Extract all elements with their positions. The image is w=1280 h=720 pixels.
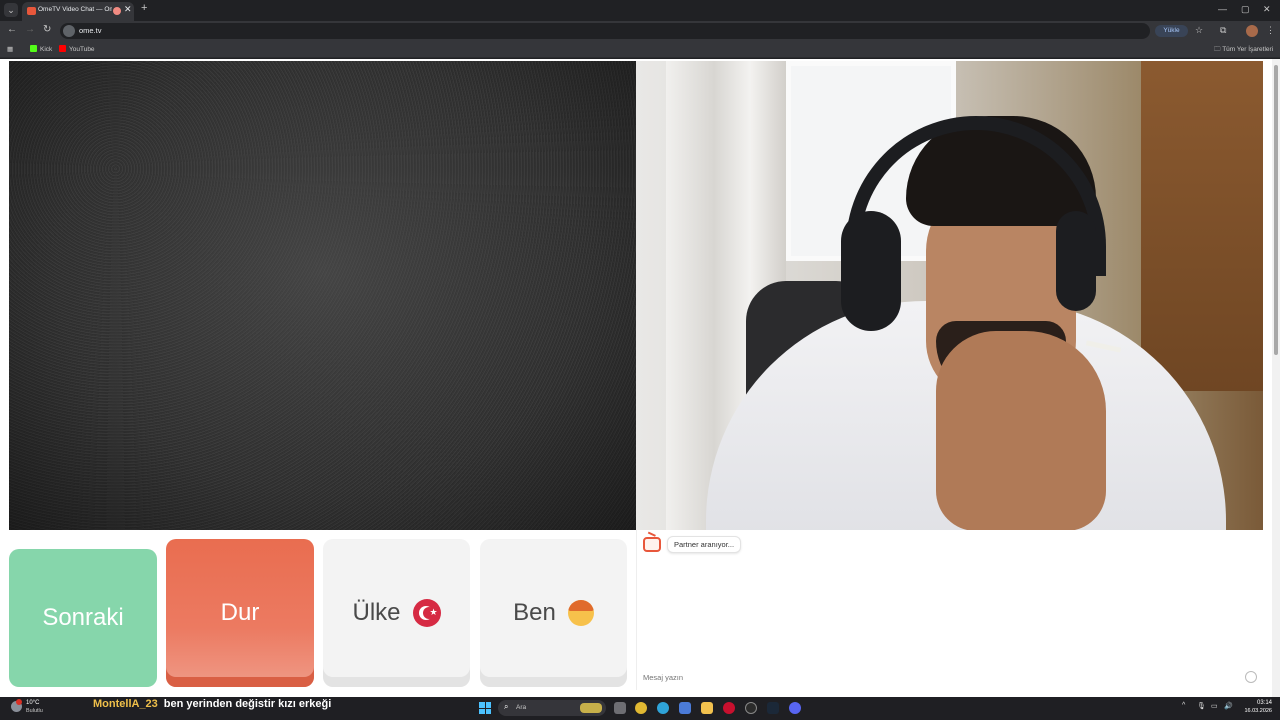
ometv-logo-icon — [643, 537, 661, 552]
obs-icon[interactable] — [745, 702, 757, 714]
new-tab-button[interactable]: + — [141, 2, 147, 14]
next-button-label: Sonraki — [42, 604, 124, 631]
opera-icon[interactable] — [723, 702, 735, 714]
weather-temperature[interactable]: 10°C — [26, 700, 39, 706]
forward-icon[interactable]: → — [25, 24, 35, 35]
search-icon: ⌕ — [504, 702, 509, 711]
tab-search-button[interactable]: ⌄ — [4, 3, 18, 17]
boy-face-icon — [567, 600, 594, 626]
stop-button[interactable]: Dur — [166, 539, 314, 687]
ometv-page: Sonraki Dur Ülke ★ Ben Partner aranıyor.… — [0, 59, 1272, 697]
bookmark-youtube-label: YouTube — [69, 46, 95, 53]
discord-icon[interactable] — [789, 702, 801, 714]
search-highlight-image — [580, 703, 602, 713]
room-cabinet — [1141, 61, 1263, 391]
headphone-left — [841, 211, 901, 331]
file-explorer-icon[interactable] — [701, 702, 713, 714]
tab-ometv[interactable]: OmeTV Video Chat — Ome ✕ — [22, 2, 134, 21]
search-placeholder: Ara — [516, 704, 527, 711]
kick-icon — [30, 45, 37, 52]
maximize-button[interactable]: ▢ — [1241, 4, 1250, 15]
back-icon[interactable]: ← — [7, 24, 17, 35]
scrollbar-thumb[interactable] — [1274, 65, 1278, 355]
task-view-icon[interactable] — [614, 702, 626, 714]
site-info-icon[interactable] — [63, 25, 75, 37]
stop-button-label: Dur — [220, 599, 260, 626]
clock-time[interactable]: 03:14 — [1240, 700, 1272, 706]
flag-star-icon: ★ — [429, 607, 438, 617]
apps-grid-icon[interactable]: ▦ — [7, 45, 13, 53]
windows-taskbar: 10°C Bulutlu MontellA_23 ben yerinden değ… — [0, 697, 1280, 720]
recording-indicator-icon — [113, 7, 121, 15]
profile-avatar[interactable] — [1246, 25, 1258, 37]
gender-button-label: Ben — [513, 599, 556, 626]
page-scrollbar[interactable] — [1272, 59, 1280, 697]
gender-button[interactable]: Ben — [480, 539, 627, 687]
windows-start-icon[interactable] — [479, 702, 491, 714]
copilot-icon[interactable] — [679, 702, 691, 714]
folder-icon: 🗀 — [1214, 46, 1223, 53]
bookmark-youtube[interactable]: YouTube — [59, 45, 95, 53]
microphone-icon[interactable]: 🎙 — [1197, 702, 1206, 710]
install-app-button[interactable]: Yükle — [1155, 25, 1188, 37]
ometv-favicon-icon — [27, 7, 36, 15]
minimize-button[interactable]: — — [1218, 4, 1227, 14]
tab-close-button[interactable]: ✕ — [124, 4, 132, 15]
browser-toolbar: ← → ↻ ome.tv Yükle ☆ ⧉ ⋮ — [0, 21, 1280, 41]
person-hand — [936, 331, 1106, 530]
taskbar-search[interactable]: ⌕ Ara — [498, 700, 606, 716]
weather-alert-badge — [16, 699, 22, 705]
emoji-icon[interactable] — [1245, 671, 1257, 683]
speaker-icon[interactable]: 🔊 — [1224, 702, 1233, 710]
overlay-message: ben yerinden değistir kızı erkeği — [163, 698, 332, 710]
stream-chat-overlay: MontellA_23 ben yerinden değistir kızı er… — [93, 698, 331, 710]
bookmark-kick[interactable]: Kick — [30, 45, 52, 53]
country-button-label: Ülke — [352, 599, 401, 626]
bookmark-star-icon[interactable]: ☆ — [1195, 25, 1203, 36]
network-icon[interactable]: ▭ — [1211, 702, 1218, 710]
chat-panel: Partner aranıyor... — [636, 530, 1263, 690]
all-bookmarks-label: Tüm Yer İşaretleri — [1222, 46, 1274, 53]
edge-icon[interactable] — [657, 702, 669, 714]
chrome-icon[interactable] — [635, 702, 647, 714]
tray-overflow-icon[interactable]: ^ — [1182, 702, 1185, 709]
close-window-button[interactable]: ✕ — [1263, 4, 1271, 15]
clock-date[interactable]: 16.03.2026 — [1236, 708, 1272, 714]
country-button[interactable]: Ülke ★ — [323, 539, 470, 687]
message-input[interactable] — [639, 670, 1259, 685]
headphone-right — [1056, 211, 1096, 311]
steam-icon[interactable] — [767, 702, 779, 714]
menu-kebab-icon[interactable]: ⋮ — [1266, 25, 1275, 36]
all-bookmarks-button[interactable]: 🗀 Tüm Yer İşaretleri — [1214, 45, 1273, 56]
turkey-flag-icon: ★ — [412, 599, 441, 627]
tab-title: OmeTV Video Chat — Ome — [38, 6, 112, 13]
tab-strip: ⌄ OmeTV Video Chat — Ome ✕ + — ▢ ✕ — [0, 0, 1280, 21]
partner-video-static — [9, 61, 636, 530]
url-text[interactable]: ome.tv — [79, 26, 102, 35]
extensions-icon[interactable]: ⧉ — [1220, 25, 1226, 36]
youtube-icon — [59, 45, 66, 52]
chat-status-message: Partner aranıyor... — [667, 536, 742, 553]
reload-icon[interactable]: ↻ — [43, 24, 51, 35]
next-button[interactable]: Sonraki — [9, 549, 157, 687]
address-bar[interactable]: ome.tv — [60, 23, 1150, 39]
bookmark-kick-label: Kick — [40, 46, 53, 53]
overlay-username: MontellA_23 — [93, 698, 158, 710]
bookmarks-bar: ▦ Kick YouTube 🗀 Tüm Yer İşaretleri — [0, 41, 1280, 58]
weather-condition[interactable]: Bulutlu — [26, 708, 43, 714]
self-camera-video — [636, 61, 1263, 530]
